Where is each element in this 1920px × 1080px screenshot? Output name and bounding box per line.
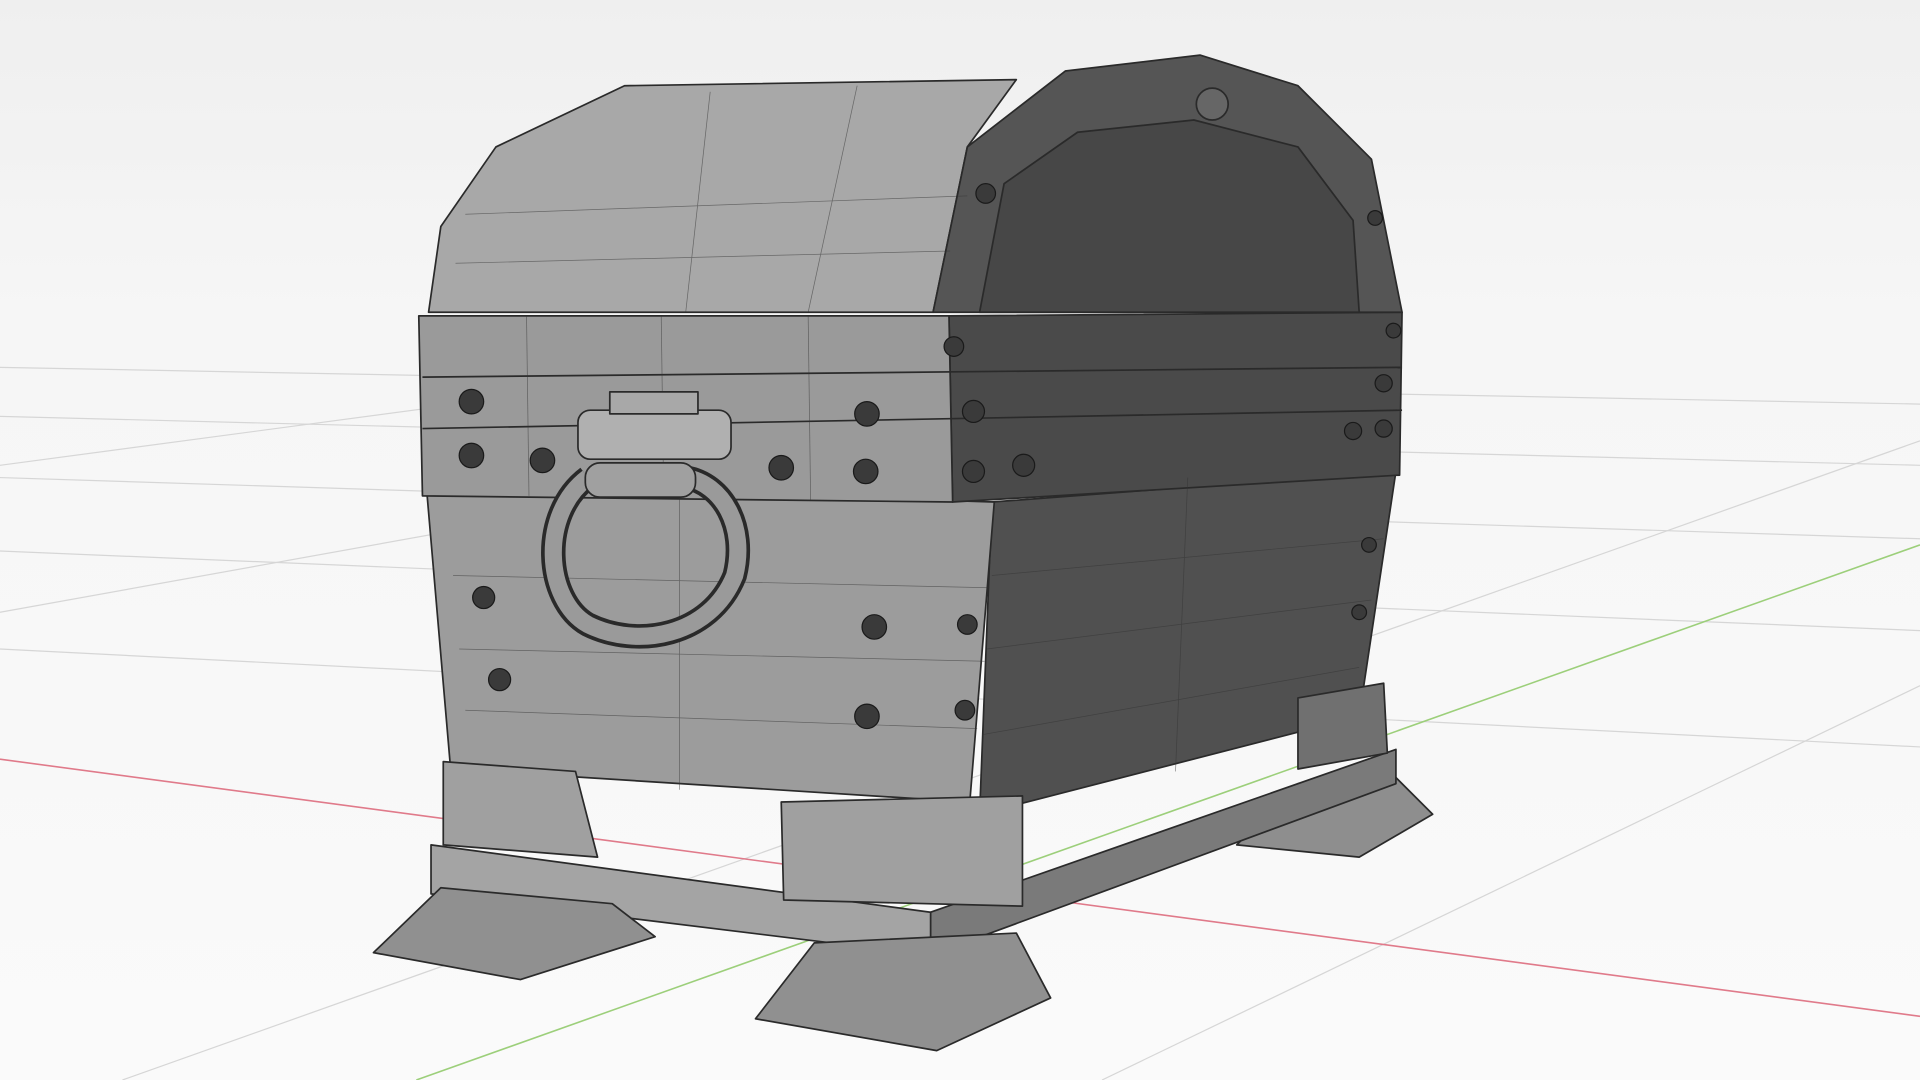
corner-block-mid (780, 795, 1024, 907)
latch (577, 409, 732, 461)
corner-block-left (442, 760, 599, 858)
3d-viewport[interactable] (0, 0, 1920, 1080)
corner-block-right (1297, 682, 1389, 770)
body-front (425, 482, 996, 803)
